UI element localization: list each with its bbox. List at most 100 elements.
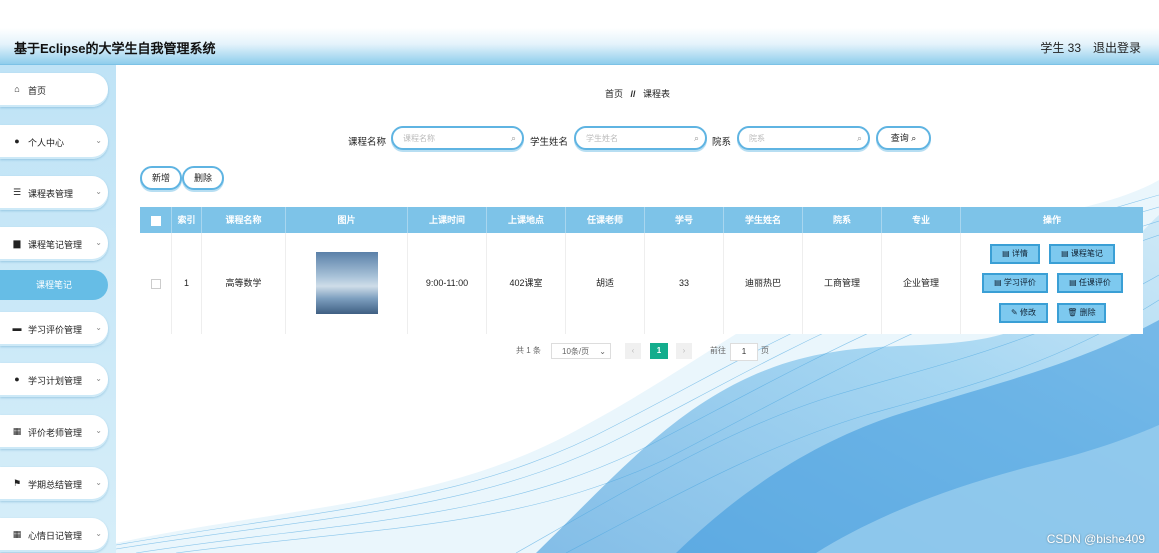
row-checkbox-cell bbox=[140, 233, 172, 334]
study-evaluation-button-label: 学习评价 bbox=[1003, 278, 1036, 287]
select-all-header bbox=[140, 207, 172, 233]
user-icon: ● bbox=[14, 136, 20, 146]
edit-icon: ✎ bbox=[1011, 308, 1020, 317]
total-count: 共 1 条 bbox=[516, 346, 541, 355]
user-icon: ● bbox=[14, 374, 20, 384]
document-icon: ▤ bbox=[994, 278, 1004, 287]
add-button[interactable]: 新增 bbox=[140, 166, 182, 190]
page-1-button[interactable]: 1 bbox=[650, 343, 668, 359]
select-all-checkbox[interactable] bbox=[150, 215, 161, 226]
search-icon: ⌕ bbox=[856, 133, 862, 143]
list-icon: ☰ bbox=[12, 187, 22, 197]
chevron-down-icon: ⌄ bbox=[599, 347, 606, 356]
study-evaluation-button[interactable]: ▤ 学习评价 bbox=[982, 273, 1048, 293]
home-icon: ⌂ bbox=[14, 84, 20, 94]
sidebar-item-mood-diary[interactable]: ▦ 心情日记管理 ⌄ bbox=[0, 518, 108, 552]
row-index: 1 bbox=[172, 233, 202, 334]
query-button-label: 查询 bbox=[890, 133, 909, 143]
top-header-bar: 基于Eclipse的大学生自我管理系统 学生 33 退出登录 bbox=[0, 28, 1159, 65]
chevron-down-icon: ⌄ bbox=[95, 136, 102, 145]
sidebar-item-home[interactable]: ⌂ 首页 bbox=[0, 73, 108, 107]
flag-icon: ⚑ bbox=[12, 478, 22, 488]
grid-icon: ▦ bbox=[12, 426, 22, 436]
column-header: 学号 bbox=[645, 207, 724, 233]
trash-icon: 🗑 bbox=[1067, 308, 1080, 317]
page-size-value: 10条/页 bbox=[562, 347, 590, 356]
sidebar-item-personal-center[interactable]: ● 个人中心 ⌄ bbox=[0, 125, 108, 159]
course-name-search-box: ⌕ bbox=[391, 126, 524, 150]
teacher-evaluation-button-label: 任课评价 bbox=[1078, 278, 1111, 287]
batch-delete-button[interactable]: 删除 bbox=[182, 166, 224, 190]
chevron-down-icon: ⌄ bbox=[95, 323, 102, 332]
column-header: 院系 bbox=[803, 207, 882, 233]
breadcrumb: 首页 // 课程表 bbox=[116, 87, 1159, 100]
row-delete-button[interactable]: 🗑 删除 bbox=[1057, 303, 1106, 323]
breadcrumb-current: 课程表 bbox=[643, 89, 671, 99]
sidebar-item-label: 心情日记管理 bbox=[28, 531, 83, 541]
sidebar-item-course-notes[interactable]: ▆ 课程笔记管理 ⌄ bbox=[0, 227, 108, 261]
row-student-no: 33 bbox=[645, 233, 724, 334]
chevron-down-icon: ⌄ bbox=[95, 187, 102, 196]
sidebar-item-study-plan[interactable]: ● 学习计划管理 ⌄ bbox=[0, 363, 108, 397]
page-size-select[interactable]: 10条/页 ⌄ bbox=[551, 343, 611, 359]
document-icon: ▤ bbox=[1002, 249, 1012, 258]
detail-button[interactable]: ▤ 详情 bbox=[990, 244, 1040, 264]
row-course-name: 高等数学 bbox=[202, 233, 286, 334]
edit-button-label: 修改 bbox=[1019, 308, 1036, 317]
row-checkbox[interactable] bbox=[150, 278, 161, 289]
row-student-name: 迪丽热巴 bbox=[724, 233, 803, 334]
student-name-input[interactable] bbox=[584, 133, 688, 144]
course-table: 索引 课程名称 图片 上课时间 上课地点 任课老师 学号 学生姓名 院系 专业 … bbox=[140, 207, 1143, 334]
sidebar-item-label: 学习计划管理 bbox=[28, 376, 83, 386]
column-header: 专业 bbox=[882, 207, 961, 233]
main-content: 首页 // 课程表 课程名称 ⌕ 学生姓名 ⌕ 院系 ⌕ 查询 ⌕ 新增 删除 … bbox=[116, 65, 1159, 553]
detail-button-label: 详情 bbox=[1011, 249, 1028, 258]
row-class-time: 9:00-11:00 bbox=[408, 233, 487, 334]
column-header: 任课老师 bbox=[566, 207, 645, 233]
course-name-input[interactable] bbox=[401, 133, 505, 144]
sidebar-item-course-schedule[interactable]: ☰ 课程表管理 ⌄ bbox=[0, 176, 108, 210]
sidebar-subitem-course-notes[interactable]: 课程笔记 bbox=[0, 270, 108, 300]
grid-icon: ▦ bbox=[12, 529, 22, 539]
watermark: CSDN @bishe409 bbox=[1046, 532, 1145, 546]
document-icon: ▤ bbox=[1061, 249, 1071, 258]
course-notes-button[interactable]: ▤ 课程笔记 bbox=[1049, 244, 1115, 264]
briefcase-icon: ▆ bbox=[13, 238, 21, 248]
department-label: 院系 bbox=[712, 137, 732, 148]
next-page-button[interactable]: › bbox=[676, 343, 692, 359]
course-name-label: 课程名称 bbox=[348, 137, 387, 148]
sidebar-item-label: 个人中心 bbox=[28, 138, 65, 148]
chevron-down-icon: ⌄ bbox=[95, 426, 102, 435]
sidebar-item-teacher-evaluation[interactable]: ▦ 评价老师管理 ⌄ bbox=[0, 415, 108, 449]
document-icon: ▤ bbox=[1069, 278, 1079, 287]
sidebar-item-semester-summary[interactable]: ⚑ 学期总结管理 ⌄ bbox=[0, 467, 108, 501]
column-header: 操作 bbox=[961, 207, 1143, 233]
row-teacher: 胡适 bbox=[566, 233, 645, 334]
teacher-evaluation-button[interactable]: ▤ 任课评价 bbox=[1057, 273, 1123, 293]
prev-page-button[interactable]: ‹ bbox=[625, 343, 641, 359]
query-button[interactable]: 查询 ⌕ bbox=[876, 126, 931, 150]
sidebar-item-label: 课程笔记管理 bbox=[28, 240, 83, 250]
breadcrumb-home[interactable]: 首页 bbox=[605, 89, 623, 99]
sidebar-item-label: 首页 bbox=[28, 86, 47, 96]
breadcrumb-separator: // bbox=[630, 89, 636, 99]
edit-button[interactable]: ✎ 修改 bbox=[999, 303, 1048, 323]
goto-label: 前往 bbox=[710, 346, 726, 355]
column-header: 学生姓名 bbox=[724, 207, 803, 233]
current-user-label: 学生 33 bbox=[1040, 41, 1081, 55]
row-major: 企业管理 bbox=[882, 233, 961, 334]
sidebar-item-label: 学期总结管理 bbox=[28, 480, 83, 490]
chevron-down-icon: ⌄ bbox=[95, 529, 102, 538]
department-input[interactable] bbox=[747, 133, 851, 144]
sidebar-item-study-evaluation[interactable]: ▬ 学习评价管理 ⌄ bbox=[0, 312, 108, 346]
course-notes-button-label: 课程笔记 bbox=[1070, 249, 1103, 258]
logout-link[interactable]: 退出登录 bbox=[1093, 39, 1141, 56]
row-department: 工商管理 bbox=[803, 233, 882, 334]
sidebar-item-label: 课程表管理 bbox=[28, 189, 74, 199]
goto-page-input[interactable]: 1 bbox=[730, 343, 758, 361]
app-title: 基于Eclipse的大学生自我管理系统 bbox=[14, 41, 216, 56]
chevron-down-icon: ⌄ bbox=[95, 374, 102, 383]
chevron-down-icon: ⌄ bbox=[95, 238, 102, 247]
pagination: 共 1 条 10条/页 ⌄ ‹ 1 › 前往 1 页 bbox=[116, 343, 1159, 361]
column-header: 索引 bbox=[172, 207, 202, 233]
